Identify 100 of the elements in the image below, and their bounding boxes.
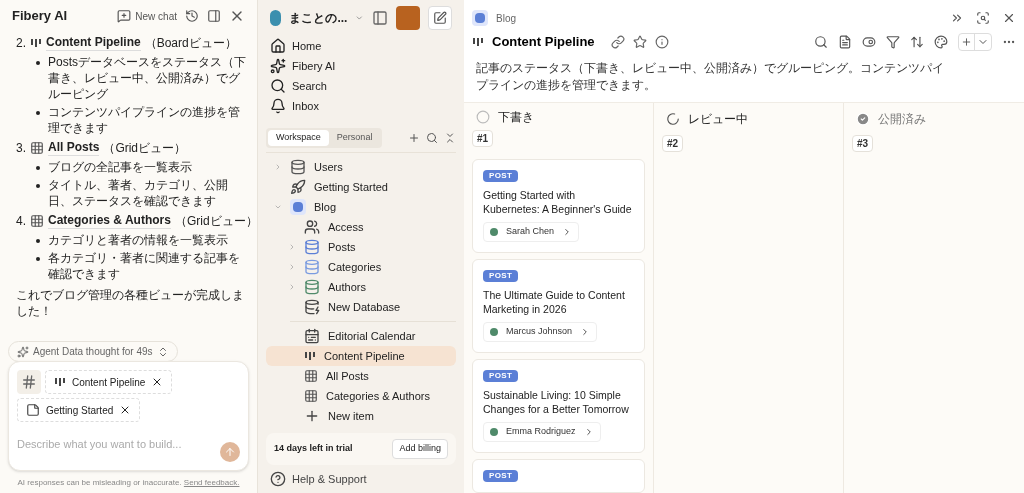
nav-label: Fibery AI — [292, 58, 336, 74]
sidebar-item[interactable]: Content Pipeline — [266, 346, 456, 366]
sort-icon[interactable] — [910, 35, 924, 49]
rocket-icon — [290, 179, 306, 195]
add-billing-button[interactable]: Add billing — [392, 439, 448, 459]
bullet-text: コンテンツパイプラインの進捗を管理できます — [48, 104, 241, 136]
list-number: 4. — [16, 212, 26, 229]
post-card[interactable]: POST Sustainable Living: 10 Simple Changes for a Better Tomorrow Emma Rodriguez — [472, 359, 645, 453]
info-icon[interactable] — [654, 35, 669, 49]
bullet-text: タイトル、著者、カテゴリ、公開日、ステータスを確認できます — [48, 177, 229, 209]
item-label: Blog — [314, 199, 337, 215]
post-card[interactable]: POST Getting Started with Kubernetes: A Beginner's Guide Sarah Chen — [472, 159, 645, 253]
sidebar-item[interactable]: Access — [266, 217, 456, 237]
plus-icon[interactable] — [408, 132, 420, 144]
board-icon — [30, 36, 42, 49]
item-label: Categories — [328, 259, 382, 275]
blog-space-icon — [472, 10, 488, 26]
item-label: Access — [328, 219, 364, 235]
bell-icon — [270, 98, 286, 114]
author-chip[interactable]: Sarah Chen — [483, 222, 580, 242]
author-chip[interactable]: Marcus Johnson — [483, 322, 598, 342]
sidebar-tab[interactable]: Workspace — [268, 130, 329, 146]
context-chip[interactable]: Getting Started — [17, 398, 141, 422]
bullet-icon — [36, 257, 40, 261]
plus-icon — [304, 408, 320, 424]
sidebar-item[interactable]: New Database — [266, 297, 456, 317]
new-chat-button[interactable]: New chat — [117, 8, 177, 24]
palette-icon[interactable] — [934, 35, 948, 49]
sidebar-item[interactable]: Posts — [266, 237, 456, 257]
list-number: 2. — [16, 34, 26, 51]
board-icon — [54, 376, 66, 388]
search-icon[interactable] — [426, 132, 438, 144]
panel-title: Fibery AI — [12, 7, 68, 26]
sidebar-item[interactable]: All Posts — [266, 366, 456, 386]
help-link[interactable]: Help & Support — [266, 465, 456, 493]
notes-icon[interactable] — [838, 35, 852, 49]
context-chip[interactable]: Content Pipeline — [45, 370, 173, 394]
feedback-link[interactable]: Send feedback. — [183, 478, 240, 487]
view-type-label: （Boardビュー） — [144, 34, 237, 51]
card-title: Getting Started with Kubernetes: A Beginner's Guide — [483, 188, 633, 216]
sidebar-item[interactable]: New item — [266, 406, 456, 426]
post-card[interactable]: POST — [472, 459, 645, 493]
view-link[interactable]: Categories & Authors — [48, 212, 171, 229]
bullet-icon — [36, 111, 40, 115]
prompt-box[interactable]: Content Pipeline Getting Started Describe what you want to build... — [8, 361, 249, 471]
filter-icon[interactable] — [886, 35, 900, 49]
star-icon[interactable] — [632, 35, 647, 49]
nav-item[interactable]: Fibery AI — [266, 56, 456, 76]
post-tag: POST — [483, 370, 519, 382]
expand-icon[interactable] — [950, 11, 964, 25]
sidebar-item[interactable]: Categories & Authors — [266, 386, 456, 406]
bullet-text: ブログの全記事を一覧表示 — [48, 159, 192, 175]
preview-icon[interactable] — [976, 11, 990, 25]
sidebar-item[interactable]: Getting Started — [266, 177, 456, 197]
author-chip[interactable]: Emma Rodriguez — [483, 422, 601, 442]
sidebar-tab[interactable]: Personal — [328, 130, 381, 146]
search-icon[interactable] — [814, 35, 828, 49]
breadcrumb[interactable]: Blog — [496, 10, 516, 26]
item-label: New Database — [328, 299, 401, 315]
database-add-icon — [304, 299, 320, 315]
grid-icon — [30, 140, 44, 155]
post-card[interactable]: POST The Ultimate Guide to Content Marketing in 2026 Marcus Johnson — [472, 259, 645, 353]
bullet-text: 各カテゴリ・著者に関連する記事を確認できます — [48, 250, 241, 282]
thought-toggle[interactable]: Agent Data thought for 49s — [8, 341, 178, 362]
sidebar-item[interactable]: Categories — [266, 257, 456, 277]
item-label: All Posts — [326, 368, 369, 384]
view-description: 記事のステータス（下書き、レビュー中、公開済み）でグルーピング。コンテンツパイプラインの進捗を管理できます。 — [475, 60, 945, 94]
view-type-label: （Gridビュー） — [103, 139, 187, 156]
mention-icon[interactable] — [17, 370, 41, 394]
nav-label: Inbox — [292, 98, 319, 114]
sidebar-item[interactable]: Blog — [266, 197, 456, 217]
compose-button[interactable] — [428, 6, 452, 30]
item-label: Authors — [328, 279, 366, 295]
arrow-up-icon — [224, 446, 236, 458]
nav-item[interactable]: Search — [266, 76, 456, 96]
sidebar-toggle-icon[interactable] — [372, 10, 388, 26]
sidebar-item[interactable]: Authors — [266, 277, 456, 297]
history-icon[interactable] — [185, 9, 199, 23]
chip-label: Content Pipeline — [72, 375, 146, 390]
sidebar-item[interactable]: Users — [266, 157, 456, 177]
link-icon[interactable] — [610, 35, 625, 49]
card-title: Sustainable Living: 10 Simple Changes for a Better Tomorrow — [483, 388, 630, 416]
toggle-icon[interactable] — [862, 35, 876, 49]
item-label: Getting Started — [314, 179, 388, 195]
home-icon — [270, 38, 286, 54]
workspace-name[interactable]: まことの... — [289, 9, 348, 27]
grid-icon — [304, 369, 318, 383]
post-tag: POST — [483, 270, 519, 282]
list-number: 3. — [16, 139, 26, 156]
view-link[interactable]: Content Pipeline — [46, 34, 141, 51]
item-label: New item — [328, 408, 374, 424]
close-icon[interactable] — [1002, 11, 1016, 25]
panel-icon[interactable] — [207, 9, 221, 23]
sidebar-item[interactable]: Editorial Calendar — [266, 326, 456, 346]
prompt-field[interactable]: Describe what you want to build... — [17, 426, 220, 462]
nav-item[interactable]: Home — [266, 36, 456, 56]
nav-item[interactable]: Inbox — [266, 96, 456, 116]
board-icon — [304, 350, 316, 362]
item-label: Categories & Authors — [326, 388, 430, 404]
view-link[interactable]: All Posts — [48, 139, 100, 156]
